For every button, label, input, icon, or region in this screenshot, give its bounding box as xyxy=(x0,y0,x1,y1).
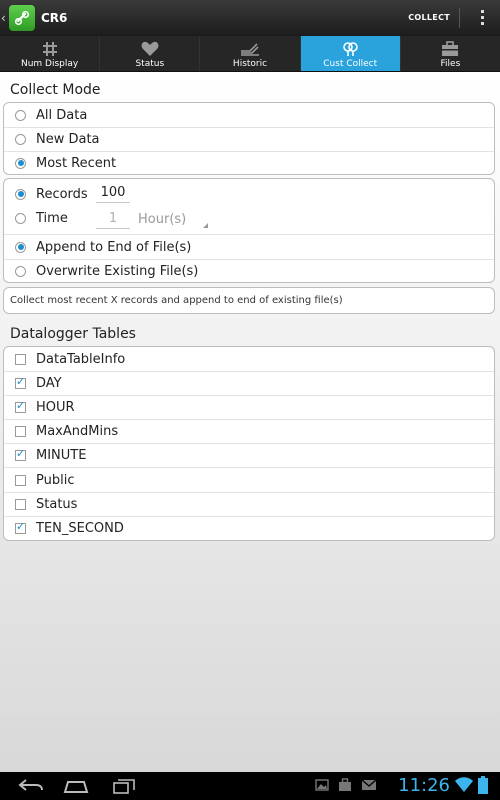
table-item[interactable]: Public xyxy=(4,468,494,492)
table-label: DAY xyxy=(36,375,62,391)
datalogger-tables-title: Datalogger Tables xyxy=(10,326,136,342)
overwrite-label: Overwrite Existing File(s) xyxy=(36,263,199,279)
radio-button[interactable] xyxy=(15,109,26,121)
radio-button[interactable] xyxy=(15,265,26,277)
mail-notification-icon xyxy=(361,779,377,790)
option-records[interactable]: Records xyxy=(4,182,494,206)
checkbox[interactable] xyxy=(15,498,26,510)
recent-apps-icon[interactable] xyxy=(112,778,136,794)
collect-button[interactable]: COLLECT xyxy=(400,0,458,36)
grid-icon xyxy=(42,42,57,56)
checkbox[interactable] xyxy=(15,474,26,486)
tab-historic[interactable]: Historic xyxy=(200,36,301,71)
collect-mode-title: Collect Mode xyxy=(10,82,101,98)
table-label: DataTableInfo xyxy=(36,351,126,367)
checkbox[interactable] xyxy=(15,520,26,534)
option-label: New Data xyxy=(36,131,100,147)
append-label: Append to End of File(s) xyxy=(36,239,192,255)
option-all-data[interactable]: All Data xyxy=(4,103,494,127)
briefcase-notification-icon xyxy=(339,778,351,791)
records-count-input[interactable]: 100 xyxy=(96,185,130,203)
table-label: Status xyxy=(36,496,78,512)
tab-label: Num Display xyxy=(20,59,79,69)
option-append[interactable]: Append to End of File(s) xyxy=(4,235,494,259)
tab-label: Cust Collect xyxy=(323,59,378,69)
table-item[interactable]: MaxAndMins xyxy=(4,419,494,443)
option-overwrite[interactable]: Overwrite Existing File(s) xyxy=(4,259,494,283)
collect-description: Collect most recent X records and append… xyxy=(10,295,343,306)
time-label: Time xyxy=(36,210,68,226)
graph-icon xyxy=(241,43,259,56)
table-label: MaxAndMins xyxy=(36,423,119,439)
tab-label: Historic xyxy=(232,59,268,69)
table-label: TEN_SECOND xyxy=(36,520,124,536)
time-value-input[interactable]: 1 xyxy=(96,211,130,229)
radio-button[interactable] xyxy=(15,241,26,253)
tab-label: Status xyxy=(135,59,165,69)
actionbar-divider xyxy=(459,8,460,28)
table-label: Public xyxy=(36,472,75,488)
table-label: HOUR xyxy=(36,399,75,415)
system-navigation-bar: 11:26 xyxy=(0,772,500,800)
option-label: Most Recent xyxy=(36,155,117,171)
tab-label: Files xyxy=(440,59,461,69)
table-item[interactable]: HOUR xyxy=(4,395,494,419)
gallery-notification-icon xyxy=(315,779,329,791)
back-icon[interactable] xyxy=(18,778,44,794)
radio-button[interactable] xyxy=(15,212,26,224)
checkbox[interactable] xyxy=(15,425,26,437)
records-label: Records xyxy=(36,186,88,202)
table-item[interactable]: Status xyxy=(4,492,494,516)
option-time[interactable]: Time xyxy=(4,206,494,230)
option-new-data[interactable]: New Data xyxy=(4,127,494,151)
tab-bar: Num Display Status Historic Cust Collect… xyxy=(0,36,500,72)
tab-files[interactable]: Files xyxy=(401,36,500,71)
overflow-menu-icon[interactable] xyxy=(481,10,484,25)
checkbox[interactable] xyxy=(15,375,26,389)
connect-icon xyxy=(343,42,359,56)
dropdown-arrow-icon xyxy=(203,223,208,228)
table-item[interactable]: MINUTE xyxy=(4,443,494,467)
tables-card: DataTableInfo DAY HOUR MaxAndMins MINUTE… xyxy=(3,346,495,541)
briefcase-icon xyxy=(442,41,459,56)
status-clock: 11:26 xyxy=(398,775,450,796)
home-icon[interactable] xyxy=(63,778,89,794)
collect-mode-card: All Data New Data Most Recent xyxy=(3,102,495,175)
checkbox[interactable] xyxy=(15,353,26,365)
table-item[interactable]: DAY xyxy=(4,371,494,395)
table-item[interactable]: TEN_SECOND xyxy=(4,516,494,540)
back-caret-icon[interactable]: ‹ xyxy=(1,11,7,25)
tab-cust-collect[interactable]: Cust Collect xyxy=(300,36,401,71)
tab-num-display[interactable]: Num Display xyxy=(0,36,101,71)
main-content: Collect Mode All Data New Data Most Rece… xyxy=(0,72,500,772)
description-box: Collect most recent X records and append… xyxy=(3,287,495,314)
radio-button[interactable] xyxy=(15,133,26,145)
radio-button[interactable] xyxy=(15,157,26,169)
checkbox[interactable] xyxy=(15,399,26,413)
checkbox[interactable] xyxy=(15,447,26,461)
option-most-recent[interactable]: Most Recent xyxy=(4,151,494,175)
tab-status[interactable]: Status xyxy=(100,36,201,71)
wifi-icon xyxy=(455,777,473,792)
app-title: CR6 xyxy=(41,11,68,25)
radio-button[interactable] xyxy=(15,188,26,200)
action-bar: ‹ CR6 COLLECT xyxy=(0,0,500,36)
option-label: All Data xyxy=(36,107,88,123)
app-logo-icon[interactable] xyxy=(9,5,35,31)
table-item[interactable]: DataTableInfo xyxy=(4,347,494,371)
battery-icon xyxy=(478,776,488,794)
time-unit-select[interactable]: Hour(s) xyxy=(138,212,186,227)
records-card: Records 100 Time 1 Hour(s) Append to End… xyxy=(3,178,495,283)
table-label: MINUTE xyxy=(36,447,87,463)
heart-icon xyxy=(141,41,159,56)
